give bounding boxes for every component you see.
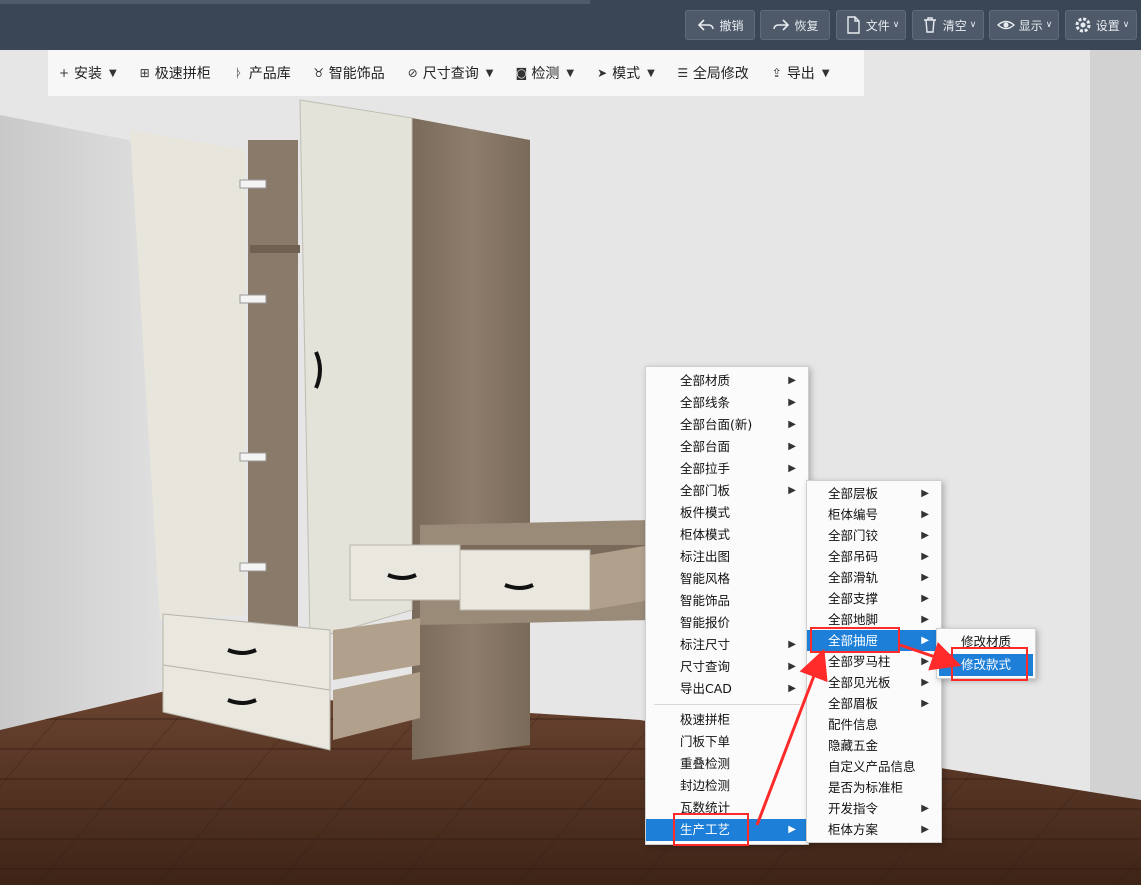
arrow-to-all-drawers — [755, 648, 828, 826]
arrow-to-modify-style — [899, 642, 962, 671]
annotation-arrows — [755, 642, 962, 826]
